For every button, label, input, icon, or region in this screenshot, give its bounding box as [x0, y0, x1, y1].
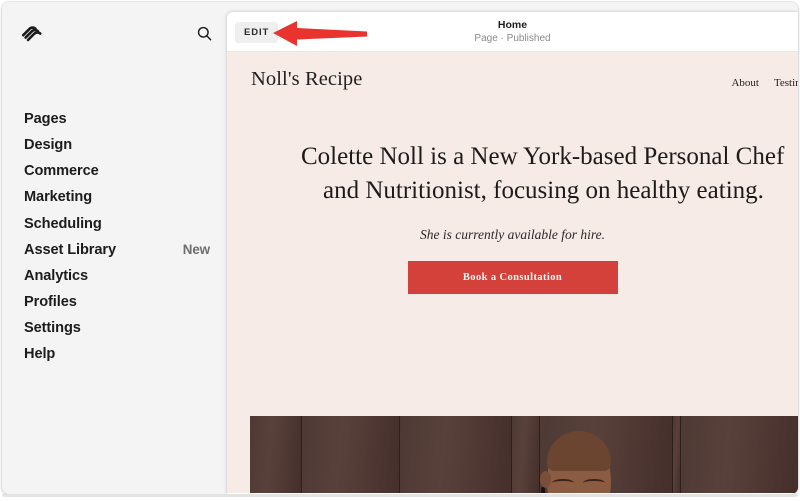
sidebar-item-label: Asset Library [24, 241, 116, 258]
site-nav: About Testimonials [731, 77, 798, 89]
sidebar-item-label: Marketing [24, 189, 93, 206]
site-title[interactable]: Noll's Recipe [251, 68, 362, 91]
squarespace-app-window: Pages Design Commerce Marketing Scheduli… [2, 2, 798, 494]
hero-photo [250, 416, 798, 493]
squarespace-logo-icon[interactable] [18, 19, 46, 47]
hero-subtitle: She is currently available for hire. [420, 227, 605, 242]
page-meta: Home Page · Published [227, 19, 798, 45]
site-header: Noll's Recipe About Testimonials [227, 52, 798, 107]
sidebar-item-label: Settings [24, 320, 81, 337]
sidebar-item-profiles[interactable]: Profiles [2, 289, 234, 315]
site-nav-link-about[interactable]: About [731, 77, 759, 89]
edit-button-label: EDIT [244, 27, 270, 38]
site-nav-link-testimonials[interactable]: Testimonials [774, 77, 798, 89]
page-title: Home [497, 19, 528, 31]
sidebar-nav-list: Pages Design Commerce Marketing Scheduli… [2, 106, 234, 368]
window-bottom-edge [2, 494, 798, 497]
sidebar-item-label: Commerce [24, 163, 99, 180]
sidebar-item-marketing[interactable]: Marketing [2, 185, 234, 211]
book-consultation-label: Book a Consultation [462, 272, 563, 283]
sidebar-item-analytics[interactable]: Analytics [2, 263, 234, 289]
hero-heading-line-2: and Nutritionist, focusing on healthy ea… [323, 177, 764, 204]
portrait-figure [539, 431, 619, 493]
edit-button[interactable]: EDIT [235, 22, 279, 43]
sidebar-item-asset-library[interactable]: Asset Library New [2, 237, 234, 263]
sidebar: Pages Design Commerce Marketing Scheduli… [2, 2, 234, 494]
search-icon[interactable] [192, 21, 216, 45]
sidebar-item-label: Analytics [24, 267, 88, 284]
preview-toolbar: EDIT Home Page · Published [227, 12, 798, 52]
hero-heading: Colette Noll is a New York-based Persona… [301, 140, 798, 208]
sidebar-item-settings[interactable]: Settings [2, 316, 234, 342]
site-preview-panel: EDIT Home Page · Published Noll's Recipe… [227, 12, 798, 494]
sidebar-item-label: Design [24, 136, 73, 153]
sidebar-item-label: Help [24, 346, 56, 363]
sidebar-item-help[interactable]: Help [2, 342, 234, 368]
sidebar-item-badge: New [182, 242, 210, 258]
hero-heading-line-1: Colette Noll is a New York-based Persona… [301, 143, 785, 170]
book-consultation-button[interactable]: Book a Consultation [407, 261, 618, 294]
page-status: Page · Published [474, 33, 551, 44]
site-viewport: Noll's Recipe About Testimonials Colette… [227, 52, 798, 493]
sidebar-header [2, 2, 234, 62]
hero-section: Colette Noll is a New York-based Persona… [227, 107, 798, 294]
sidebar-item-label: Pages [24, 110, 67, 127]
sidebar-item-pages[interactable]: Pages [2, 106, 234, 132]
sidebar-item-label: Profiles [24, 294, 77, 311]
sidebar-item-scheduling[interactable]: Scheduling [2, 211, 234, 237]
sidebar-item-label: Scheduling [24, 215, 102, 232]
sidebar-item-commerce[interactable]: Commerce [2, 158, 234, 184]
sidebar-item-design[interactable]: Design [2, 132, 234, 158]
